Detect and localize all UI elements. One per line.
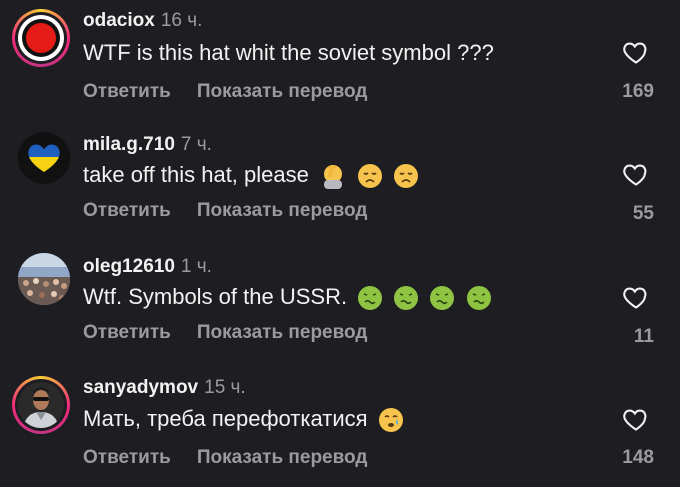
comment-text: take off this hat, please: [83, 162, 419, 190]
reply-button[interactable]: Ответить: [83, 322, 171, 343]
heart-icon[interactable]: [622, 405, 650, 433]
timestamp: 15 ч.: [204, 377, 246, 398]
disappointed-face-emoji-icon: [358, 164, 383, 189]
comment-header: sanyadymov 15 ч.: [83, 377, 246, 399]
show-translation-button[interactable]: Показать перевод: [197, 200, 368, 221]
like-count: 55: [632, 203, 654, 224]
comment-text: Wtf. Symbols of the USSR.: [83, 284, 492, 311]
comment-text-body: take off this hat, please: [83, 162, 309, 187]
username[interactable]: mila.g.710: [83, 134, 175, 155]
avatar[interactable]: [18, 132, 70, 184]
show-translation-button[interactable]: Показать перевод: [197, 322, 368, 343]
avatar[interactable]: [12, 376, 70, 434]
reply-button[interactable]: Ответить: [83, 200, 171, 221]
like-count: 148: [622, 447, 654, 468]
timestamp: 1 ч.: [180, 256, 212, 277]
show-translation-button[interactable]: Показать перевод: [197, 447, 368, 468]
comment-actions: Ответить Показать перевод: [83, 447, 393, 469]
like-count: 11: [633, 326, 654, 347]
comment-actions: Ответить Показать перевод: [83, 200, 393, 222]
comment-text-body: Wtf. Symbols of the USSR.: [83, 284, 348, 309]
username[interactable]: oleg12610: [83, 256, 175, 277]
comment-actions: Ответить Показать перевод: [83, 322, 393, 344]
username[interactable]: sanyadymov: [83, 377, 198, 398]
nauseated-face-emoji-icon: [358, 286, 383, 311]
timestamp: 7 ч.: [180, 134, 212, 155]
comment-item: sanyadymov 15 ч. Мать, треба перефоткатис…: [0, 0, 680, 468]
nauseated-face-emoji-icon: [466, 286, 491, 311]
comment-header: oleg12610 1 ч.: [83, 256, 212, 278]
comment-text: Мать, треба перефоткатися: [83, 406, 404, 433]
heart-icon[interactable]: [622, 283, 650, 311]
disappointed-face-emoji-icon: [394, 164, 419, 189]
reply-button[interactable]: Ответить: [83, 447, 171, 468]
nauseated-face-emoji-icon: [394, 286, 419, 311]
crowd-photo-avatar-icon: [18, 253, 70, 305]
crying-face-emoji-icon: [378, 408, 403, 433]
comment-header: mila.g.710 7 ч.: [83, 134, 212, 156]
nauseated-face-emoji-icon: [430, 286, 455, 311]
avatar[interactable]: [18, 253, 70, 305]
facepalm-emoji-icon: [323, 165, 342, 190]
person-photo-avatar-icon: [18, 382, 64, 428]
comment-text-body: Мать, треба перефоткатися: [83, 406, 368, 431]
ukraine-heart-avatar-icon: [28, 144, 60, 172]
heart-icon[interactable]: [622, 160, 650, 188]
